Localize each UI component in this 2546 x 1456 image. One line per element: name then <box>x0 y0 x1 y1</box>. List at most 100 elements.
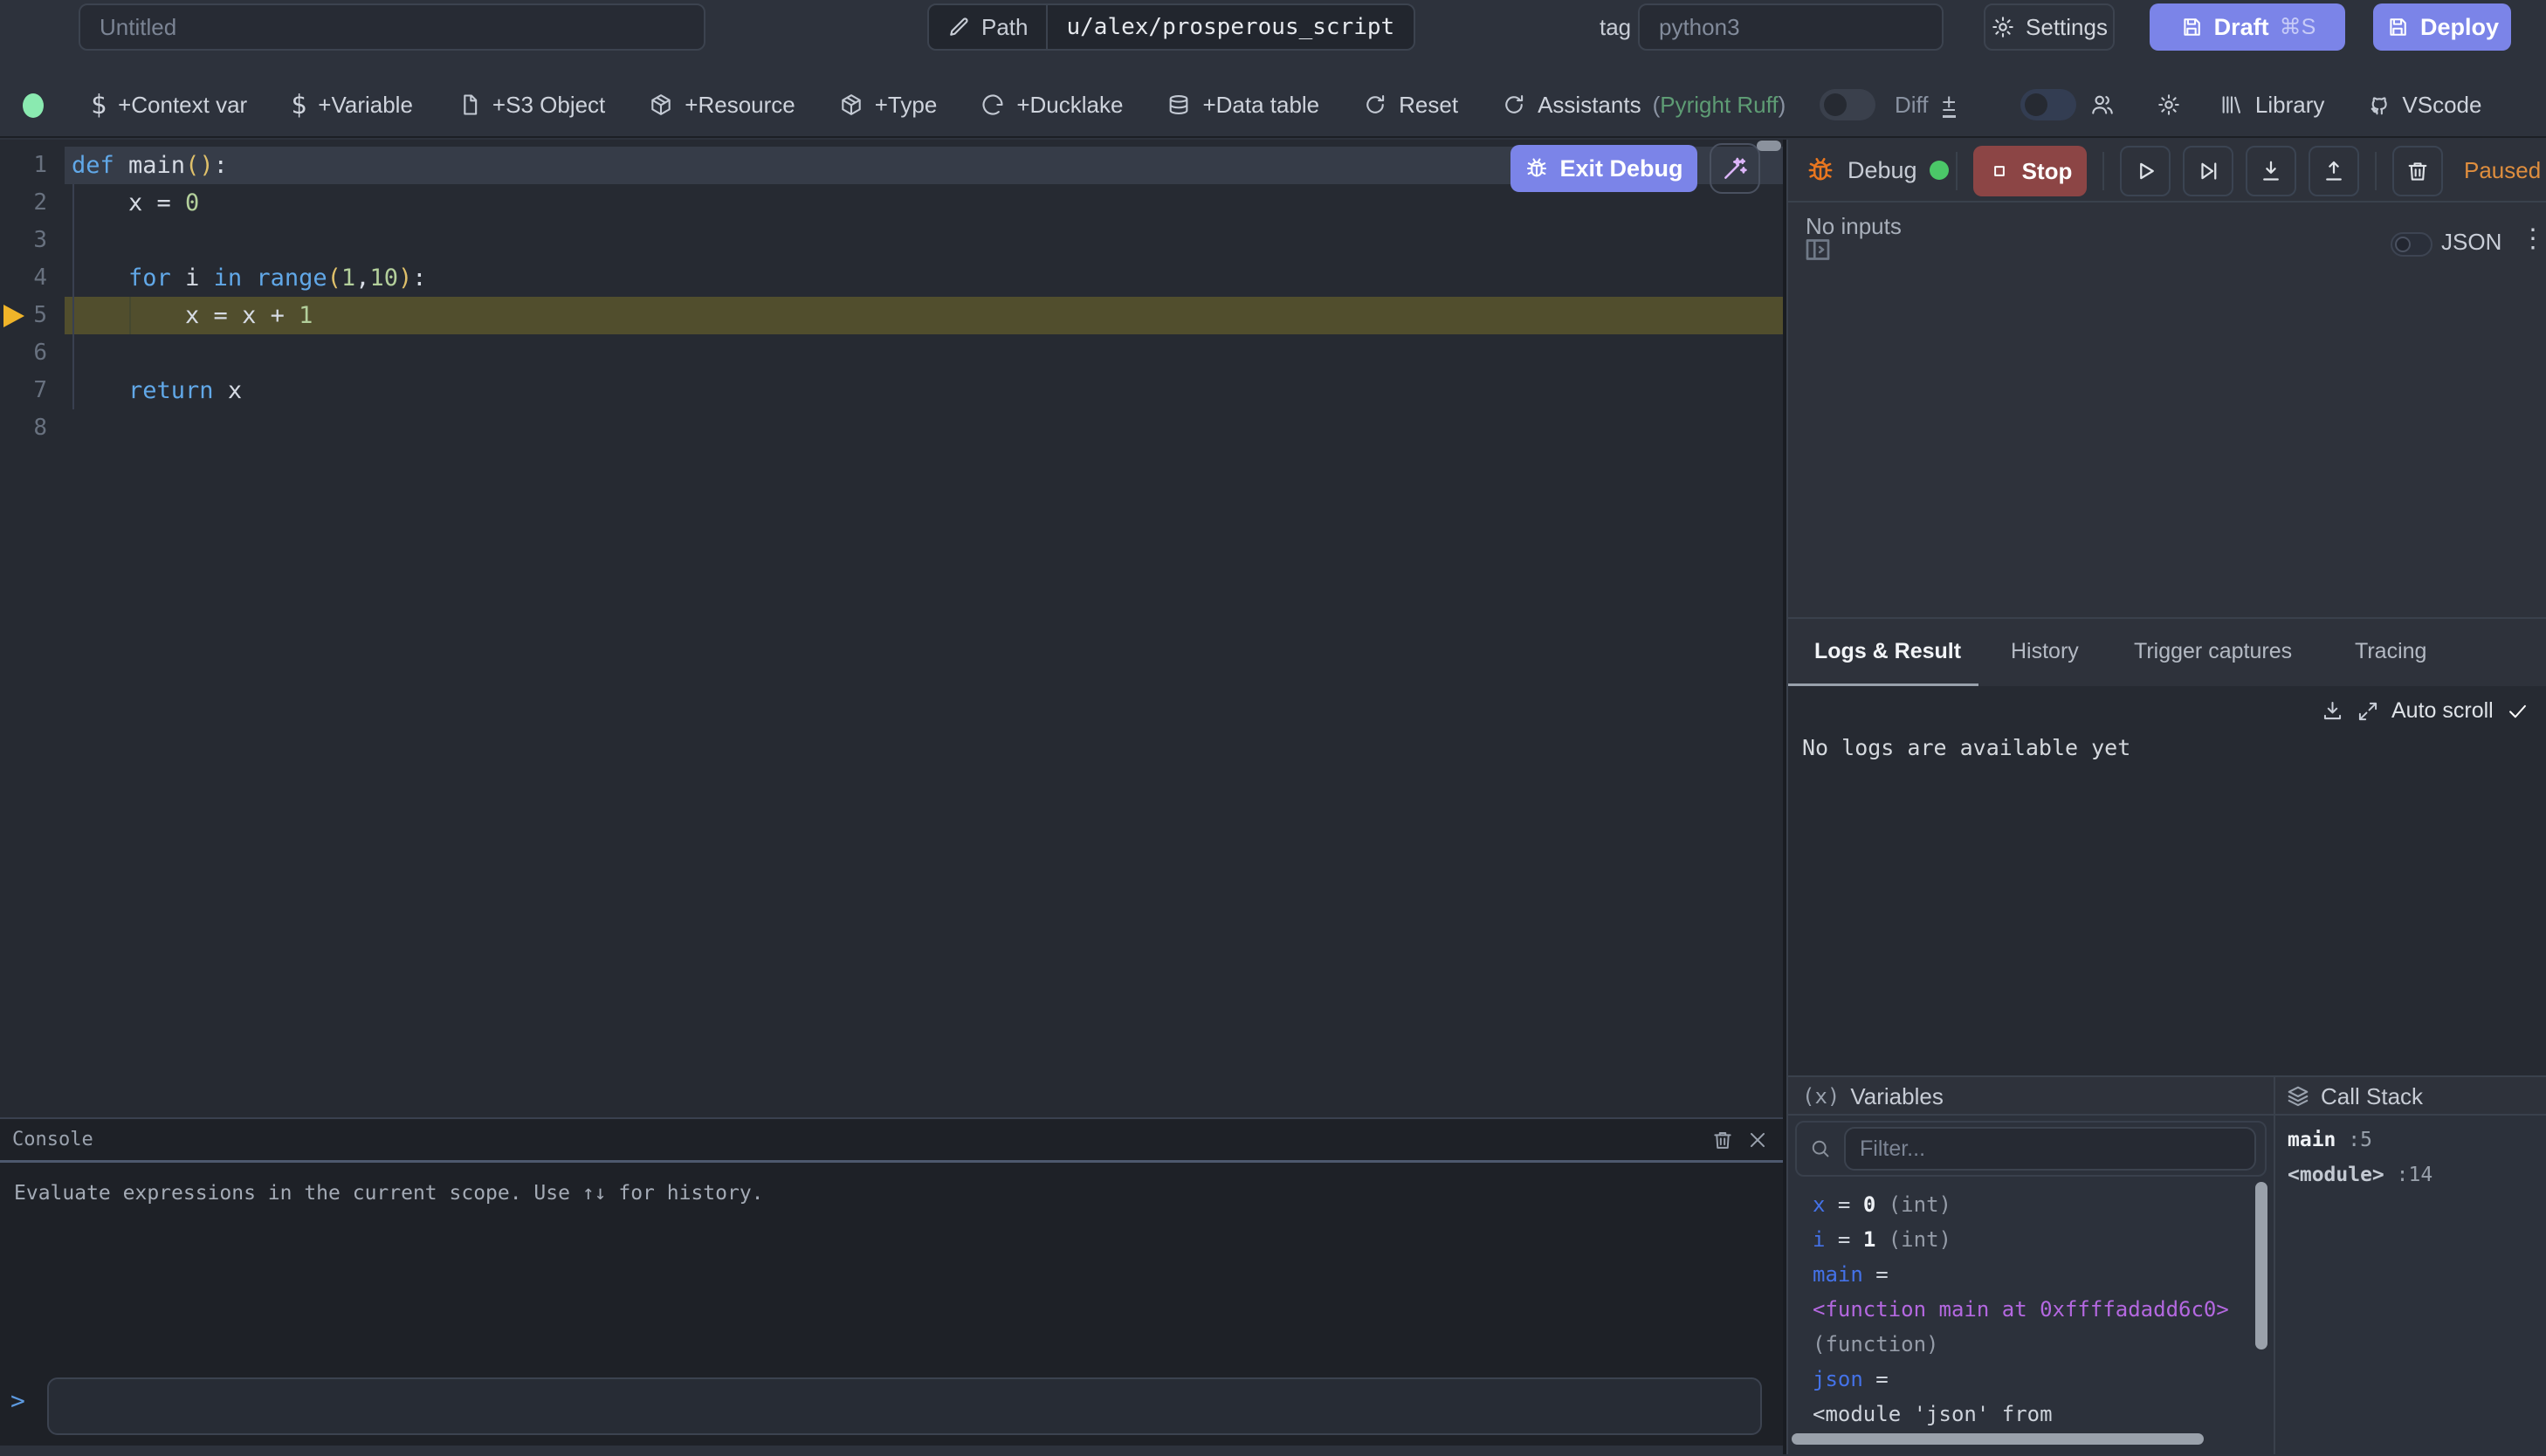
toolbar-item-label: +Ducklake <box>1016 92 1123 119</box>
stop-button[interactable]: Stop <box>1973 146 2087 196</box>
expand-icon[interactable] <box>2357 700 2379 723</box>
stop-square-icon <box>1988 160 2011 182</box>
vscode-label: VScode <box>2402 92 2481 119</box>
inspector-header: (x) Variables Call Stack <box>1788 1075 2546 1116</box>
tab-tracing[interactable]: Tracing <box>2355 619 2426 683</box>
step-into-button[interactable] <box>2246 146 2296 196</box>
toolbar-item-label: Assistants <box>1538 92 1641 119</box>
toolbar-item-reset[interactable]: Reset <box>1363 92 1458 119</box>
search-icon <box>1809 1137 1832 1160</box>
users-icon[interactable] <box>2090 93 2115 117</box>
refresh-icon <box>1363 93 1387 117</box>
multiplayer-toggle[interactable] <box>2020 89 2076 120</box>
toolbar-item-context-var[interactable]: $+Context var <box>91 90 247 120</box>
console-input[interactable] <box>47 1377 1762 1435</box>
toolbar-item-variable[interactable]: $+Variable <box>291 90 413 120</box>
toolbar-item-resource[interactable]: +Resource <box>649 92 795 119</box>
ai-wand-button[interactable] <box>1710 143 1760 194</box>
code-line-4[interactable]: 4 for i in range(1,10): <box>0 259 1783 297</box>
variables-list: x = 0 (int)i = 1 (int)main =<function ma… <box>1813 1187 2229 1432</box>
settings-button[interactable]: Settings <box>1984 3 2115 51</box>
variables-vertical-scrollbar[interactable] <box>2255 1182 2267 1350</box>
tag-input[interactable] <box>1638 3 1944 51</box>
console-bottom-strip <box>0 1446 1783 1456</box>
no-logs-text: No logs are available yet <box>1802 735 2130 760</box>
download-logs-icon[interactable] <box>2321 699 2344 723</box>
callstack-frame[interactable]: <module> :14 <box>2288 1157 2432 1192</box>
code-line-7[interactable]: 7 return x <box>0 372 1783 409</box>
step-over-button[interactable] <box>2183 146 2233 196</box>
variable-row[interactable]: main = <box>1813 1257 2229 1292</box>
stop-label: Stop <box>2022 158 2073 185</box>
line-number[interactable]: 3 <box>0 222 65 259</box>
line-number[interactable]: 2 <box>0 184 65 222</box>
draft-button[interactable]: Draft ⌘S <box>2150 3 2345 51</box>
separator <box>2375 152 2377 190</box>
variable-row[interactable]: i = 1 (int) <box>1813 1222 2229 1257</box>
close-icon[interactable] <box>1746 1129 1769 1151</box>
toolbar-item-ducklake[interactable]: +Ducklake <box>981 92 1123 119</box>
separator <box>2102 152 2104 190</box>
trash-icon[interactable] <box>1711 1129 1734 1151</box>
variables-filter-input[interactable] <box>1844 1127 2256 1171</box>
tab-logs-result[interactable]: Logs & Result <box>1814 619 1961 683</box>
line-number[interactable]: 4 <box>0 259 65 297</box>
json-toggle-label: JSON <box>2441 229 2501 256</box>
line-number[interactable]: 7 <box>0 372 65 409</box>
code-text: return x <box>65 372 1783 409</box>
continue-button[interactable] <box>2120 146 2171 196</box>
toolbar-items: $+Context var $+Variable +S3 Object +Resour… <box>91 73 1786 136</box>
exit-debug-button[interactable]: Exit Debug <box>1510 145 1697 192</box>
deploy-button[interactable]: Deploy <box>2373 3 2511 51</box>
autoscroll-label[interactable]: Auto scroll <box>2391 698 2494 724</box>
toolbar-item-type[interactable]: +Type <box>839 92 938 119</box>
collapse-panel-icon[interactable] <box>1802 234 1834 265</box>
step-over-icon <box>2195 158 2221 184</box>
tab-trigger-captures[interactable]: Trigger captures <box>2134 619 2292 683</box>
package-icon <box>649 93 673 117</box>
code-line-5[interactable]: 5 x = x + 1 <box>0 297 1783 334</box>
save-icon <box>2179 15 2204 39</box>
gear-icon[interactable] <box>2157 93 2181 117</box>
callstack-frame[interactable]: main :5 <box>2288 1123 2432 1157</box>
diff-plusminus-icon: ± <box>1943 92 1956 118</box>
step-out-button[interactable] <box>2309 146 2359 196</box>
code-text <box>65 334 1783 372</box>
diff-toggle[interactable] <box>1820 89 1875 120</box>
clear-button[interactable] <box>2392 146 2443 196</box>
tab-history[interactable]: History <box>2011 619 2079 683</box>
variable-row[interactable]: (function) <box>1813 1327 2229 1362</box>
variable-row[interactable]: <function main at 0xffffadadd6c0> <box>1813 1292 2229 1327</box>
toolbar-item-label: +Type <box>875 92 938 119</box>
console-panel: Console Evaluate expressions in the curr… <box>0 1117 1783 1454</box>
code-line-8[interactable]: 8 <box>0 409 1783 447</box>
draft-shortcut: ⌘S <box>2280 14 2316 40</box>
library-button[interactable]: Library <box>2219 92 2324 119</box>
line-number[interactable]: 8 <box>0 409 65 447</box>
json-toggle[interactable] <box>2391 232 2432 257</box>
variable-row[interactable]: json = <box>1813 1362 2229 1397</box>
diff-label: Diff <box>1895 92 1929 119</box>
toggle-knob <box>1824 93 1847 116</box>
line-number[interactable]: 1 <box>0 147 65 184</box>
code-editor[interactable]: 1def main():2 x = 034 for i in range(1,1… <box>0 140 1783 1117</box>
debug-running-dot <box>1930 161 1949 180</box>
variables-horizontal-scrollbar[interactable] <box>1792 1433 2204 1445</box>
refresh-icon <box>1502 93 1526 117</box>
path-edit[interactable]: Path <box>929 5 1048 49</box>
variable-row[interactable]: <module 'json' from <box>1813 1397 2229 1432</box>
code-line-3[interactable]: 3 <box>0 222 1783 259</box>
kebab-menu-icon[interactable]: ⋮ <box>2520 223 2546 254</box>
editor-scrollbar[interactable] <box>1757 141 1781 151</box>
check-icon[interactable] <box>2506 699 2529 723</box>
toolbar-item-assistants[interactable]: Assistants(Pyright Ruff) <box>1502 92 1786 119</box>
path-group[interactable]: Path u/alex/prosperous_script <box>927 3 1415 51</box>
toolbar-item-data-table[interactable]: +Data table <box>1166 92 1319 119</box>
vscode-button[interactable]: VScode <box>2366 92 2481 119</box>
variable-row[interactable]: x = 0 (int) <box>1813 1187 2229 1222</box>
code-line-6[interactable]: 6 <box>0 334 1783 372</box>
line-number[interactable]: 6 <box>0 334 65 372</box>
toolbar-item-s3-object[interactable]: +S3 Object <box>457 92 605 119</box>
debug-status-badge: Paused <box>2464 140 2541 201</box>
script-title-input[interactable] <box>79 3 705 51</box>
